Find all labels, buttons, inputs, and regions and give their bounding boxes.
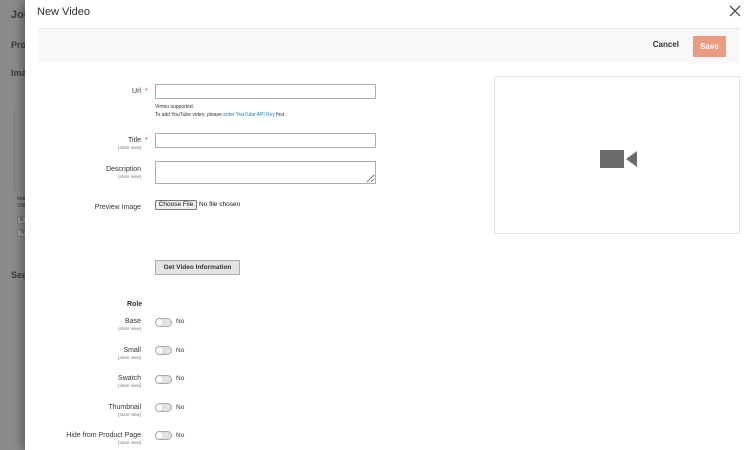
url-label: Url xyxy=(132,88,141,95)
modal-actions-bar: Cancel Save xyxy=(38,28,740,63)
swatch-toggle[interactable] xyxy=(155,375,172,384)
required-marker: * xyxy=(145,88,148,95)
role-thumbnail-label: Thumbnail xyxy=(108,404,141,411)
save-button[interactable]: Save xyxy=(693,36,726,57)
file-status: No file chosen xyxy=(199,201,241,208)
choose-file-button[interactable]: Choose File xyxy=(155,200,197,210)
video-preview xyxy=(494,76,740,234)
required-marker: * xyxy=(145,137,148,144)
small-toggle[interactable] xyxy=(155,346,172,355)
role-hide-label: Hide from Product Page xyxy=(66,432,141,439)
role-base-scope: [store view] xyxy=(118,326,141,331)
role-thumbnail-scope: [store view] xyxy=(118,412,141,417)
hide-toggle-value: No xyxy=(176,432,185,439)
title-label: Title xyxy=(128,137,141,144)
get-video-information-button[interactable]: Get Video Information xyxy=(155,260,240,275)
role-title: Role xyxy=(127,301,143,308)
url-input[interactable] xyxy=(155,84,376,99)
role-hide-scope: [store view] xyxy=(118,440,141,445)
close-icon[interactable] xyxy=(728,4,742,18)
base-toggle-value: No xyxy=(176,318,185,325)
description-scope: [store view] xyxy=(118,174,141,179)
title-input[interactable] xyxy=(155,133,376,148)
role-small-label: Small xyxy=(123,347,141,354)
base-toggle[interactable] xyxy=(155,318,172,327)
role-base-label: Base xyxy=(125,318,141,325)
url-note-text: To add YouTube video, please xyxy=(155,112,224,118)
thumbnail-toggle[interactable] xyxy=(155,403,172,412)
swatch-toggle-value: No xyxy=(176,375,185,382)
toggle-knob xyxy=(156,319,163,326)
role-small-scope: [store view] xyxy=(118,355,141,360)
youtube-api-key-link[interactable]: enter YouTube API Key xyxy=(223,112,275,118)
toggle-knob xyxy=(156,404,163,411)
description-label: Description xyxy=(105,166,141,173)
preview-image-label: Preview Image xyxy=(94,204,141,211)
role-swatch-scope: [store view] xyxy=(118,383,141,388)
background-section: Pro xyxy=(11,40,27,50)
thumbnail-toggle-value: No xyxy=(176,404,185,411)
role-swatch-label: Swatch xyxy=(118,375,141,382)
toggle-knob xyxy=(156,376,163,383)
new-video-modal: New Video Cancel Save Url * Vimeo suppor… xyxy=(25,0,750,450)
toggle-knob xyxy=(156,432,163,439)
modal-title: New Video xyxy=(37,6,90,18)
url-note-line1: Vimeo supported. xyxy=(155,104,195,110)
video-camera-icon xyxy=(600,150,637,168)
cancel-button[interactable]: Cancel xyxy=(653,40,679,49)
hide-from-product-page-toggle[interactable] xyxy=(155,431,172,440)
url-note: Vimeo supported. To add YouTube video, p… xyxy=(155,103,286,119)
url-note-text-after: first. xyxy=(274,112,286,118)
description-textarea[interactable] xyxy=(155,161,376,184)
small-toggle-value: No xyxy=(176,347,185,354)
toggle-knob xyxy=(156,347,163,354)
title-scope: [store view] xyxy=(118,145,141,150)
